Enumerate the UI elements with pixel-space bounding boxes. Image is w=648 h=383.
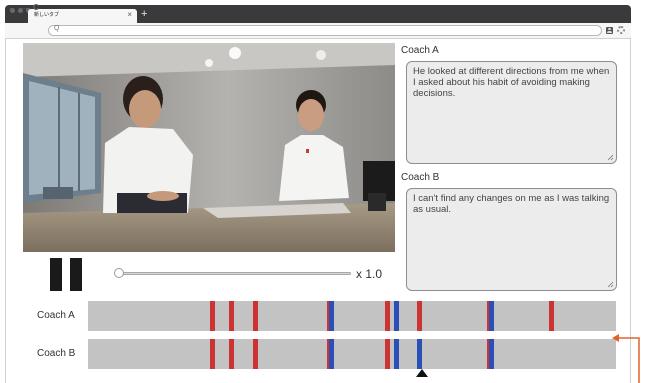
coach-b-note-text: I can't find any changes on me as I was … [413,193,610,215]
timeline-mark-red[interactable] [229,339,234,369]
timeline-row-label-coach-a: Coach A [37,310,75,321]
playback-speed-label[interactable]: x 1.0 [356,267,382,281]
reload-icon[interactable]: C [33,3,39,13]
link-arrow-annotation [612,334,640,383]
pause-icon-bar-right [70,258,82,291]
forward-arrow-icon[interactable]: → [21,3,29,13]
playhead-marker-icon[interactable] [416,369,428,377]
timeline-mark-blue[interactable] [417,339,422,369]
timeline-track-coach-a[interactable] [88,301,616,331]
coach-b-note-label: Coach B [401,172,440,183]
timeline-mark-blue[interactable] [329,301,334,331]
coach-b-note-field[interactable]: I can't find any changes on me as I was … [406,188,617,291]
timeline-row-label-coach-b: Coach B [37,348,76,359]
new-tab-button[interactable]: + [141,8,147,20]
timeline-mark-red[interactable] [210,301,215,331]
timeline-mark-red[interactable] [210,339,215,369]
timeline-mark-red[interactable] [417,301,422,331]
timeline-mark-blue[interactable] [329,339,334,369]
profile-icon[interactable] [606,27,613,34]
video-frame [23,43,395,252]
seek-slider-track[interactable] [116,272,351,275]
search-icon: Q [54,25,60,32]
timeline-mark-blue[interactable] [489,339,494,369]
pause-button[interactable] [50,258,84,291]
timeline-mark-red[interactable] [549,301,554,331]
timeline-mark-blue[interactable] [489,301,494,331]
video-player[interactable] [23,43,395,252]
timeline-track-coach-b[interactable] [88,339,616,369]
coach-a-note-text: He looked at different directions from m… [413,66,610,99]
timeline-mark-red[interactable] [229,301,234,331]
timeline-mark-blue[interactable] [394,339,399,369]
settings-gear-icon[interactable] [617,26,625,34]
timeline-mark-red[interactable] [385,301,390,331]
coach-a-note-label: Coach A [401,45,439,56]
tab-close-icon[interactable]: × [127,10,132,20]
timeline-mark-red[interactable] [253,339,258,369]
browser-tab[interactable]: 新しいタブ × [28,9,137,23]
address-bar[interactable]: Q [48,25,602,36]
timeline-mark-red[interactable] [253,301,258,331]
pause-icon-bar-left [50,258,62,291]
back-arrow-icon[interactable]: ← [8,3,16,13]
resize-grip-icon[interactable] [607,281,614,288]
timeline-mark-blue[interactable] [394,301,399,331]
resize-grip-icon[interactable] [607,154,614,161]
timeline-mark-red[interactable] [385,339,390,369]
coach-a-note-field[interactable]: He looked at different directions from m… [406,61,617,164]
seek-slider-knob[interactable] [114,268,124,278]
